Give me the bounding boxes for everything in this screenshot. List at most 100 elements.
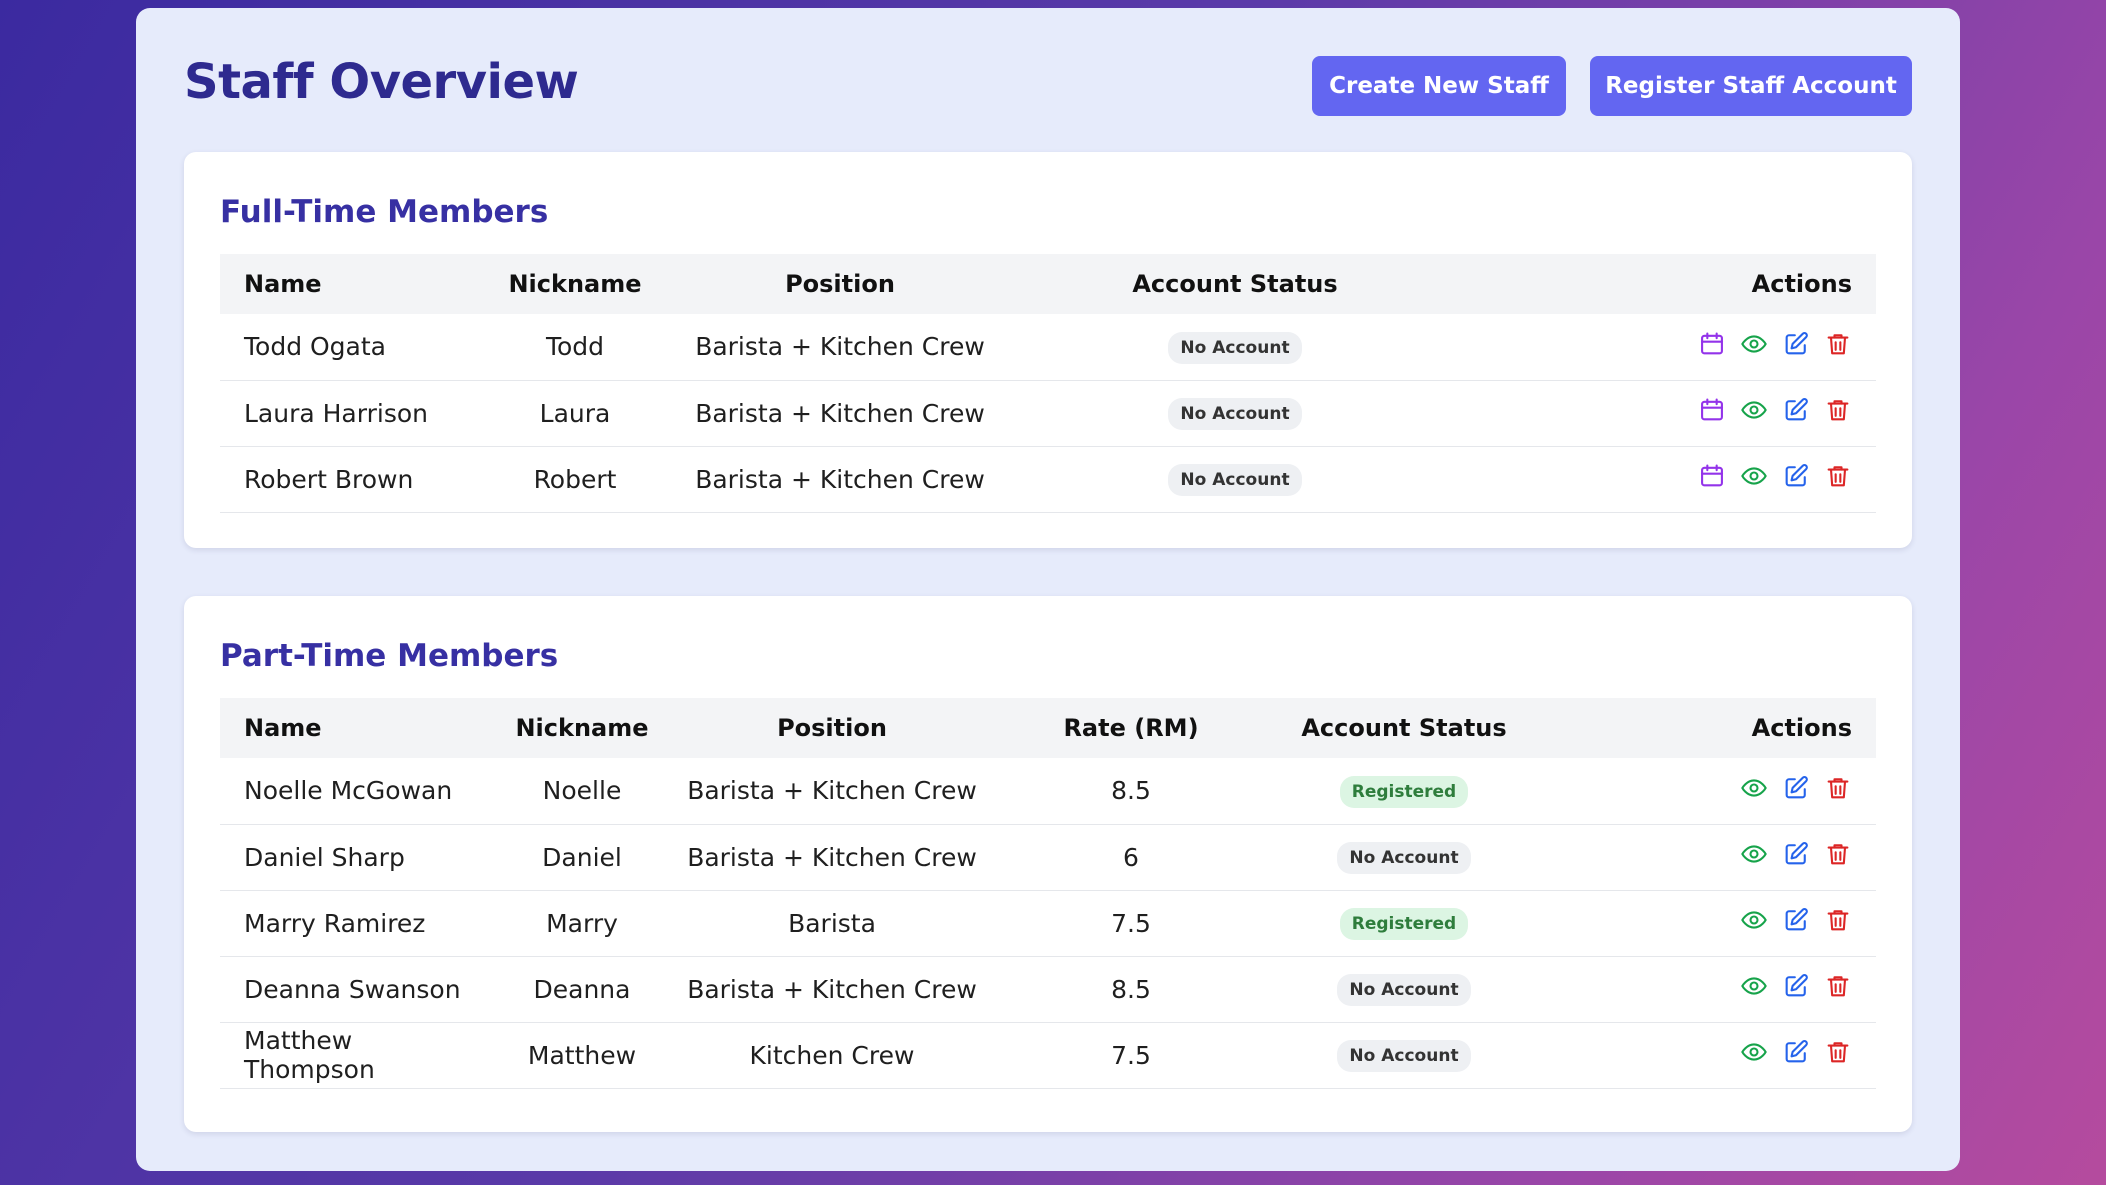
full-time-title: Full-Time Members (220, 194, 549, 230)
trash-icon[interactable] (1824, 774, 1852, 802)
column-header-rate: Rate (RM) (1063, 714, 1199, 742)
table-row: Daniel Sharp Daniel Barista + Kitchen Crew… (220, 824, 1876, 890)
table-row: Noelle McGowan Noelle Barista + Kitchen Cr… (220, 758, 1876, 824)
status-badge: No Account (1168, 398, 1302, 430)
cell-nickname: Noelle (542, 776, 622, 806)
eye-icon[interactable] (1740, 396, 1768, 424)
trash-icon[interactable] (1824, 906, 1852, 934)
actions-cell (1526, 758, 1876, 824)
trash-icon[interactable] (1824, 840, 1852, 868)
cell-nickname: Marry (546, 908, 618, 938)
table-row: Matthew Thompson Matthew Kitchen Crew 7.5 No… (220, 1022, 1876, 1088)
main-panel: Staff Overview Create New Staff Register… (136, 8, 1960, 1171)
cell-rate: 7.5 (1111, 1040, 1151, 1070)
edit-icon[interactable] (1782, 906, 1810, 934)
status-badge: Registered (1339, 775, 1469, 808)
eye-icon[interactable] (1740, 462, 1768, 490)
trash-icon[interactable] (1824, 972, 1852, 1000)
calendar-icon[interactable] (1698, 330, 1726, 358)
cell-nickname: Matthew (527, 1040, 637, 1070)
cell-nickname: Todd (545, 332, 605, 362)
cell-name: Laura Harrison (244, 398, 428, 428)
part-time-title: Part-Time Members (220, 638, 559, 674)
column-header-nickname: Nickname (515, 714, 649, 742)
calendar-icon[interactable] (1698, 462, 1726, 490)
cell-rate: 6 (1123, 842, 1139, 872)
cell-position: Barista (788, 908, 876, 938)
table-row: Robert Brown Robert Barista + Kitchen Crew… (220, 446, 1876, 512)
status-cell: No Account (1010, 446, 1460, 512)
trash-icon[interactable] (1824, 462, 1852, 490)
edit-icon[interactable] (1782, 1038, 1810, 1066)
row-actions (1740, 840, 1852, 868)
cell-position: Barista + Kitchen Crew (695, 332, 985, 362)
column-header-account-status: Account Status (1301, 714, 1507, 742)
trash-icon[interactable] (1824, 330, 1852, 358)
trash-icon[interactable] (1824, 396, 1852, 424)
column-header-actions: Actions (1751, 270, 1852, 298)
eye-icon[interactable] (1740, 774, 1768, 802)
status-cell: No Account (1282, 956, 1526, 1022)
column-header-actions: Actions (1751, 714, 1852, 742)
table-row: Marry Ramirez Marry Barista 7.5 Registered (220, 890, 1876, 956)
status-badge: No Account (1337, 1040, 1471, 1072)
table-row: Todd Ogata Todd Barista + Kitchen Crew No A… (220, 314, 1876, 380)
status-badge: No Account (1337, 974, 1471, 1006)
edit-icon[interactable] (1782, 462, 1810, 490)
status-cell: No Account (1010, 314, 1460, 380)
cell-position: Barista + Kitchen Crew (687, 842, 977, 872)
actions-cell (1460, 314, 1876, 380)
column-header-name: Name (244, 714, 322, 742)
cell-rate: 8.5 (1111, 974, 1151, 1004)
edit-icon[interactable] (1782, 396, 1810, 424)
cell-rate: 8.5 (1111, 776, 1151, 806)
eye-icon[interactable] (1740, 972, 1768, 1000)
column-header-position: Position (785, 270, 895, 298)
actions-cell (1526, 890, 1876, 956)
row-actions (1698, 462, 1852, 490)
edit-icon[interactable] (1782, 330, 1810, 358)
trash-icon[interactable] (1824, 1038, 1852, 1066)
edit-icon[interactable] (1782, 774, 1810, 802)
row-actions (1740, 774, 1852, 802)
actions-cell (1460, 446, 1876, 512)
cell-position: Barista + Kitchen Crew (695, 464, 985, 494)
row-actions (1698, 330, 1852, 358)
row-actions (1740, 1038, 1852, 1066)
table-row: Laura Harrison Laura Barista + Kitchen Cre… (220, 380, 1876, 446)
edit-icon[interactable] (1782, 972, 1810, 1000)
actions-cell (1526, 824, 1876, 890)
register-staff-account-button[interactable]: Register Staff Account (1590, 56, 1912, 116)
cell-rate: 7.5 (1111, 908, 1151, 938)
eye-icon[interactable] (1740, 840, 1768, 868)
status-cell: No Account (1282, 1022, 1526, 1088)
status-cell: No Account (1010, 380, 1460, 446)
cell-position: Barista + Kitchen Crew (695, 398, 985, 428)
row-actions (1698, 396, 1852, 424)
cell-name: Noelle McGowan (244, 776, 453, 806)
cell-nickname: Deanna (533, 974, 631, 1004)
eye-icon[interactable] (1740, 906, 1768, 934)
eye-icon[interactable] (1740, 1038, 1768, 1066)
edit-icon[interactable] (1782, 840, 1810, 868)
row-actions (1740, 972, 1852, 1000)
table-header-row: Name Nickname Position Account Status Ac… (220, 254, 1876, 314)
column-header-account-status: Account Status (1132, 270, 1338, 298)
status-cell: Registered (1282, 758, 1526, 824)
cell-nickname: Robert (533, 464, 617, 494)
cell-position: Kitchen Crew (749, 1040, 915, 1070)
actions-cell (1460, 380, 1876, 446)
column-header-name: Name (244, 270, 322, 298)
actions-cell (1526, 956, 1876, 1022)
calendar-icon[interactable] (1698, 396, 1726, 424)
create-new-staff-button[interactable]: Create New Staff (1312, 56, 1566, 116)
table-row: Deanna Swanson Deanna Barista + Kitchen Cr… (220, 956, 1876, 1022)
cell-name: Daniel Sharp (244, 842, 405, 872)
page-title: Staff Overview (184, 54, 579, 110)
cell-position: Barista + Kitchen Crew (687, 974, 977, 1004)
cell-position: Barista + Kitchen Crew (687, 776, 977, 806)
cell-name: Matthew Thompson (244, 1026, 375, 1084)
status-badge: No Account (1168, 331, 1302, 364)
eye-icon[interactable] (1740, 330, 1768, 358)
status-badge: Registered (1339, 908, 1469, 940)
